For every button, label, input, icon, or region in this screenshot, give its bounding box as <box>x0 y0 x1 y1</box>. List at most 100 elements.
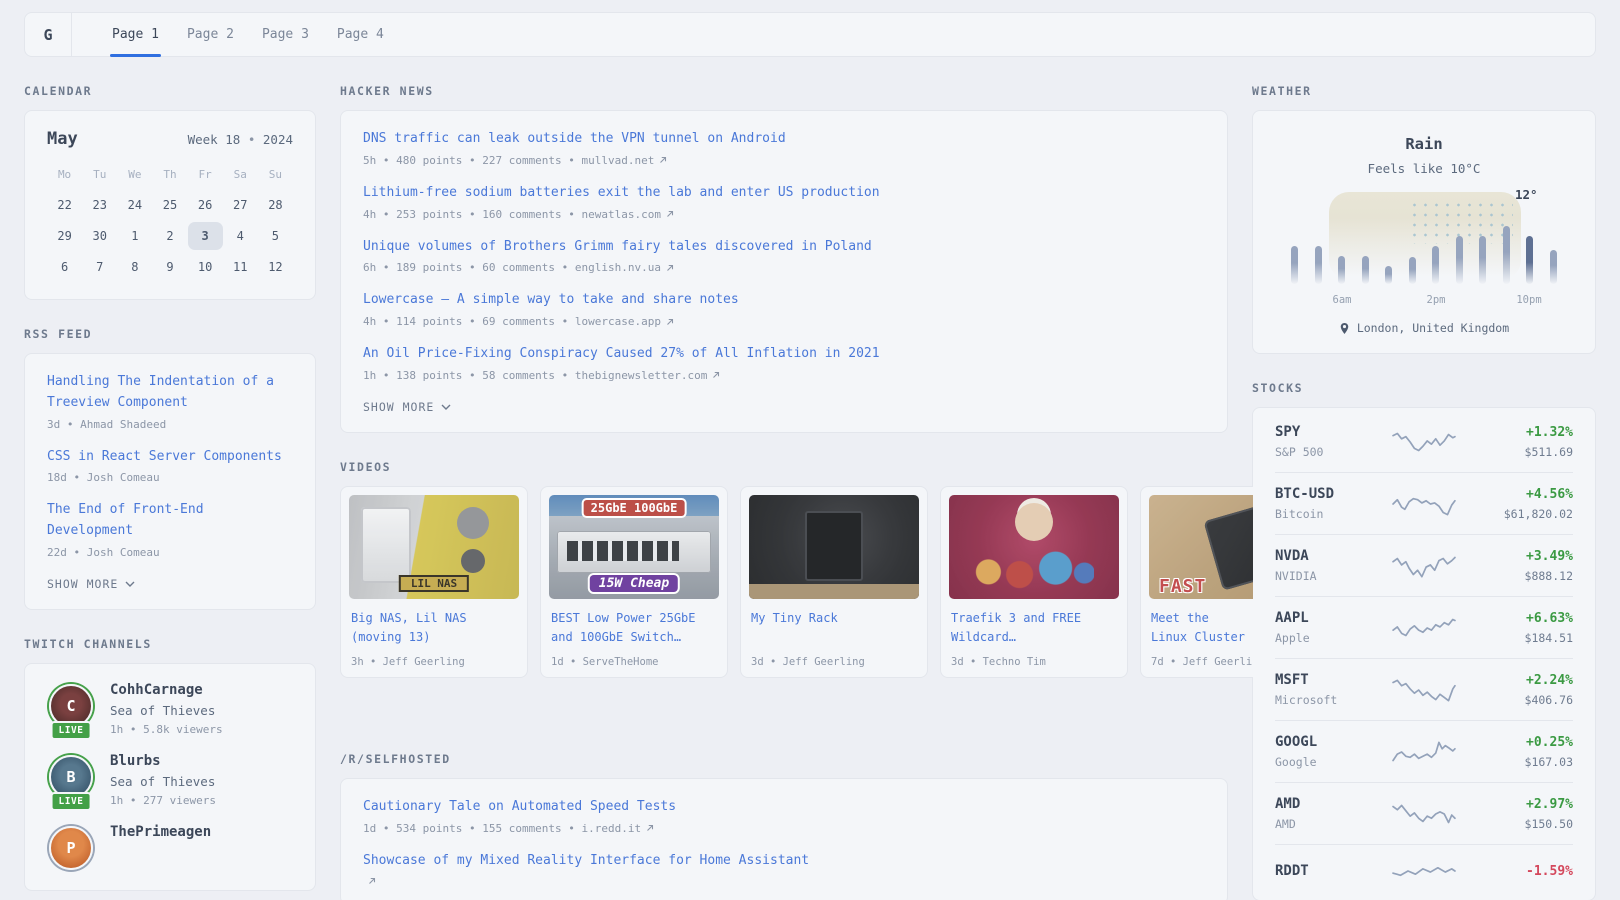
stock-ticker: AMD <box>1275 796 1367 812</box>
stock-ticker: RDDT <box>1275 863 1367 879</box>
page-tab[interactable]: Page 4 <box>323 13 398 56</box>
hn-item-link[interactable]: An Oil Price-Fixing Conspiracy Caused 27… <box>363 344 1205 365</box>
rss-item: CSS in React Server Components 18d • Jos… <box>47 447 293 485</box>
page-tab-label: Page 3 <box>262 27 309 42</box>
twitch-channel-row[interactable]: B LIVE Blurbs Sea of Thieves 1h • 277 vi… <box>47 753 293 807</box>
rss-item-link[interactable]: The End of Front-End Development <box>47 500 293 542</box>
stock-sparkline <box>1392 858 1456 884</box>
calendar-day: 2 <box>152 222 187 250</box>
time-tick: 6am <box>1333 294 1352 306</box>
calendar-section-title: CALENDAR <box>24 84 316 98</box>
calendar-weekday: Mo <box>47 161 82 188</box>
video-title[interactable]: My Tiny Rack <box>751 609 917 647</box>
video-title[interactable]: Traefik 3 and FREE Wildcard… <box>951 609 1117 647</box>
stock-row[interactable]: BTC-USD Bitcoin +4.56% $61,820.02 <box>1275 472 1573 534</box>
weather-bar <box>1409 257 1416 284</box>
stock-sparkline <box>1392 677 1456 703</box>
rss-item-link[interactable]: Handling The Indentation of a Treeview C… <box>47 372 293 414</box>
rss-item-link[interactable]: CSS in React Server Components <box>47 447 293 468</box>
stock-change: +3.49% <box>1481 549 1573 564</box>
stock-ticker: MSFT <box>1275 672 1367 688</box>
weather-bar <box>1503 226 1510 284</box>
live-badge: LIVE <box>51 721 92 740</box>
stock-name: AMD <box>1275 817 1367 831</box>
video-thumbnail: LIL NAS <box>349 495 519 599</box>
video-card[interactable]: My Tiny Rack 3d • Jeff Geerling <box>740 486 928 678</box>
calendar-day: 7 <box>82 253 117 281</box>
channel-viewers: 1h • 277 viewers <box>110 794 216 807</box>
stock-ticker: NVDA <box>1275 548 1367 564</box>
stock-row[interactable]: MSFT Microsoft +2.24% $406.76 <box>1275 658 1573 720</box>
weather-bar <box>1456 236 1463 284</box>
reddit-item-link[interactable]: Cautionary Tale on Automated Speed Tests <box>363 797 1205 818</box>
twitch-channel-row[interactable]: C LIVE CohhCarnage Sea of Thieves 1h • 5… <box>47 682 293 736</box>
rss-item-meta: 3d • Ahmad Shadeed <box>47 418 293 431</box>
calendar-day: 22 <box>47 191 82 219</box>
live-badge: LIVE <box>51 792 92 811</box>
hn-item-link[interactable]: Lithium-free sodium batteries exit the l… <box>363 183 1205 204</box>
stock-row[interactable]: GOOGL Google +0.25% $167.03 <box>1275 720 1573 782</box>
video-thumbnail: 25GbE 100GbE 15W Cheap <box>549 495 719 599</box>
location-pin-icon <box>1339 322 1350 335</box>
hn-item-meta: 4h • 253 points • 160 comments • newatla… <box>363 208 661 221</box>
thumbnail-caption-top: 25GbE 100GbE <box>584 500 685 516</box>
stock-change: +2.97% <box>1481 797 1573 812</box>
weather-bar <box>1432 246 1439 284</box>
weather-condition: Rain <box>1275 135 1573 153</box>
stock-row[interactable]: AAPL Apple +6.63% $184.51 <box>1275 596 1573 658</box>
page-tab-label: Page 1 <box>112 27 159 42</box>
stock-row[interactable]: AMD AMD +2.97% $150.50 <box>1275 782 1573 844</box>
video-title[interactable]: Meet the Linux Cluster <box>1151 609 1253 647</box>
current-temperature-label: 12° <box>1515 187 1538 202</box>
page-tab[interactable]: Page 2 <box>173 13 248 56</box>
chevron-down-icon <box>125 581 135 587</box>
page-tab[interactable]: Page 1 <box>98 13 173 56</box>
video-title[interactable]: Big NAS, Lil NAS (moving 13) <box>351 609 517 647</box>
stock-change: +2.24% <box>1481 673 1573 688</box>
reddit-item-link[interactable]: Showcase of my Mixed Reality Interface f… <box>363 851 1205 872</box>
hn-item-link[interactable]: Lowercase – A simple way to take and sha… <box>363 290 1205 311</box>
stock-change: +1.32% <box>1481 425 1573 440</box>
time-tick: 2pm <box>1427 294 1446 306</box>
calendar-weekday: Th <box>152 161 187 188</box>
video-meta: 3d • Jeff Geerling <box>751 656 917 668</box>
calendar-weekday: Su <box>258 161 293 188</box>
video-card[interactable]: FAST Meet the Linux Cluster 7d • Jeff Ge… <box>1140 486 1253 678</box>
video-card[interactable]: 25GbE 100GbE 15W Cheap BEST Low Power 25… <box>540 486 728 678</box>
stock-row[interactable]: RDDT -1.59% <box>1275 844 1573 897</box>
stock-change: +6.63% <box>1481 611 1573 626</box>
app-logo[interactable]: G <box>25 13 72 56</box>
left-column: CALENDAR May Week 18 • 2024 MoTuWeThFrSa… <box>24 57 316 891</box>
video-card[interactable]: Traefik 3 and FREE Wildcard… 3d • Techno… <box>940 486 1128 678</box>
page-tab[interactable]: Page 3 <box>248 13 323 56</box>
stock-price: $184.51 <box>1481 631 1573 645</box>
video-title[interactable]: BEST Low Power 25GbE and 100GbE Switch… <box>551 609 717 647</box>
calendar-month: May <box>47 129 78 149</box>
stock-ticker: BTC-USD <box>1275 486 1367 502</box>
channel-name[interactable]: CohhCarnage <box>110 682 223 698</box>
weather-feels-like: Feels like 10°C <box>1275 161 1573 176</box>
calendar-day: 11 <box>223 253 258 281</box>
hn-item-link[interactable]: Unique volumes of Brothers Grimm fairy t… <box>363 237 1205 258</box>
calendar-day: 25 <box>152 191 187 219</box>
weather-time-axis: 6am 2pm 10pm <box>1291 294 1557 309</box>
twitch-channel-row[interactable]: P ThePrimeagen <box>47 824 293 872</box>
stock-row[interactable]: SPY S&P 500 +1.32% $511.69 <box>1275 411 1573 472</box>
stock-ticker: GOOGL <box>1275 734 1367 750</box>
stock-name: Bitcoin <box>1275 507 1367 521</box>
channel-name[interactable]: ThePrimeagen <box>110 824 211 840</box>
reddit-item: Showcase of my Mixed Reality Interface f… <box>363 851 1205 886</box>
hn-item-link[interactable]: DNS traffic can leak outside the VPN tun… <box>363 129 1205 150</box>
reddit-widget: Cautionary Tale on Automated Speed Tests… <box>340 778 1228 900</box>
stock-name: Apple <box>1275 631 1367 645</box>
rss-show-more-button[interactable]: SHOW MORE <box>47 577 293 591</box>
stock-name: NVIDIA <box>1275 569 1367 583</box>
twitch-section-title: TWITCH CHANNELS <box>24 637 316 651</box>
hn-show-more-button[interactable]: SHOW MORE <box>363 400 1205 414</box>
video-card[interactable]: LIL NAS Big NAS, Lil NAS (moving 13) 3h … <box>340 486 528 678</box>
calendar-day: 30 <box>82 222 117 250</box>
page-tabs: Page 1 Page 2 Page 3 Page 4 <box>98 13 398 56</box>
stock-row[interactable]: NVDA NVIDIA +3.49% $888.12 <box>1275 534 1573 596</box>
stock-name: Google <box>1275 755 1367 769</box>
channel-name[interactable]: Blurbs <box>110 753 216 769</box>
